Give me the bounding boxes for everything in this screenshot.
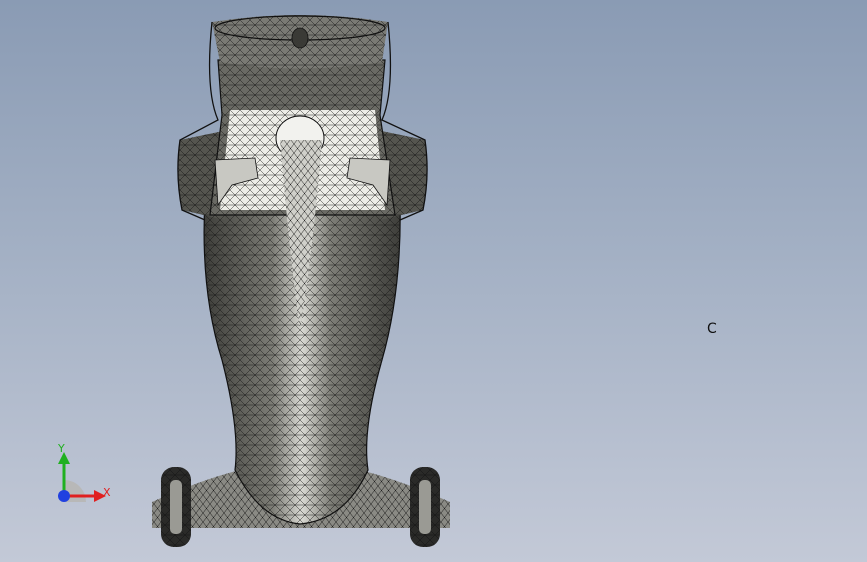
- axis-triad: [58, 452, 106, 502]
- wireframe-model[interactable]: [0, 0, 867, 562]
- graphics-viewport[interactable]: C X Y: [0, 0, 867, 562]
- top-knob: [291, 27, 309, 49]
- right-wheel: [410, 467, 440, 547]
- y-axis-label: Y: [58, 442, 65, 455]
- view-label: C: [707, 321, 717, 337]
- left-wheel: [161, 467, 191, 547]
- x-axis-label: X: [103, 486, 111, 499]
